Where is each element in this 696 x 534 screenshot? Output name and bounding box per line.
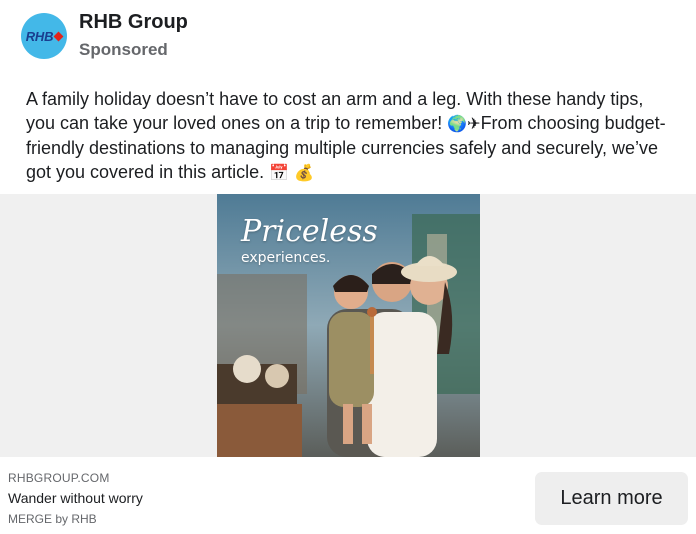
link-headline[interactable]: Wander without worry — [8, 490, 143, 506]
link-description: MERGE by RHB — [8, 512, 97, 526]
ad-media-area[interactable]: Priceless experiences. — [0, 194, 696, 457]
money-bag-emoji-icon: 💰 — [294, 163, 314, 182]
post-header: RHB RHB Group Sponsored — [0, 0, 696, 80]
learn-more-button[interactable]: Learn more — [535, 472, 688, 525]
page-avatar[interactable]: RHB — [21, 13, 67, 59]
calendar-emoji-icon: 📅 — [269, 163, 290, 182]
body-line: got you covered in this article. 📅 💰 — [26, 162, 314, 182]
sponsored-label: Sponsored — [79, 40, 168, 59]
body-line: friendly destinations to managing multip… — [26, 138, 658, 158]
body-line: you can take your loved ones on a trip t… — [26, 113, 666, 133]
avatar-logo-text: RHB — [25, 28, 54, 44]
body-line: A family holiday doesn’t have to cost an… — [26, 89, 644, 109]
link-domain: RHBGROUP.COM — [8, 471, 110, 485]
link-preview-footer[interactable]: RHBGROUP.COM Wander without worry MERGE … — [0, 457, 696, 534]
logo-diamond-icon — [53, 31, 64, 41]
ad-image[interactable]: Priceless experiences. — [217, 194, 480, 457]
overlay-subtitle: experiences. — [241, 250, 331, 266]
overlay-title: Priceless — [241, 214, 378, 249]
globe-emoji-icon: 🌍 — [447, 114, 468, 133]
page-name-link[interactable]: RHB Group — [79, 11, 188, 34]
airplane-emoji-icon: ✈ — [467, 114, 481, 133]
post-body-text: A family holiday doesn’t have to cost an… — [26, 87, 676, 185]
